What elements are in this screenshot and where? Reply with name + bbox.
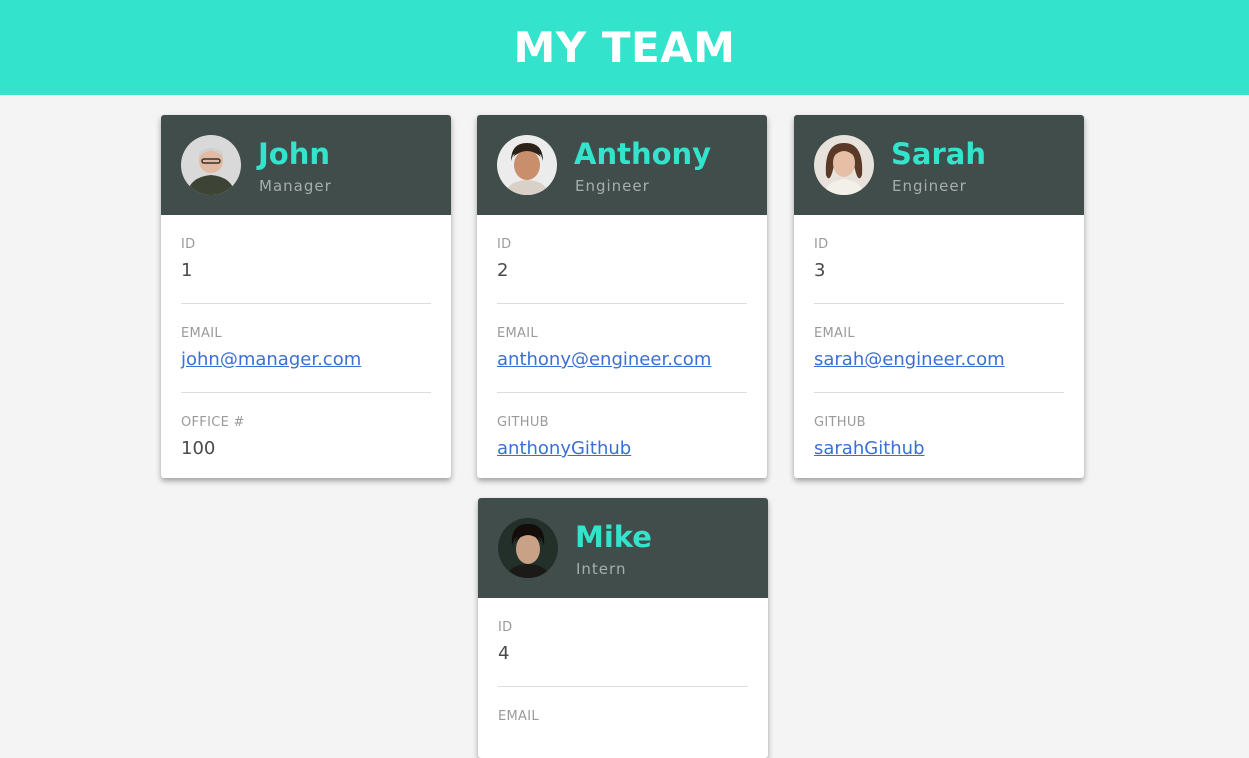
member-name: Anthony [574, 137, 712, 171]
page-header: MY TEAM [0, 0, 1249, 95]
member-name: John [258, 137, 331, 171]
id-field: ID 4 [498, 598, 748, 687]
email-label: EMAIL [497, 326, 538, 341]
github-field: GITHUB anthonyGithub [497, 393, 747, 478]
email-field: EMAIL sarah@engineer.com [814, 304, 1064, 393]
email-field: EMAIL [498, 687, 748, 758]
member-name: Sarah [891, 137, 986, 171]
id-field: ID 2 [497, 215, 747, 304]
email-label: EMAIL [181, 326, 222, 341]
id-label: ID [498, 620, 513, 635]
member-role: Manager [259, 177, 332, 195]
card-header: Mike Intern [478, 498, 768, 598]
person-photo-avatar-icon [497, 135, 557, 195]
avatar [498, 518, 558, 578]
team-member-card: Mike Intern ID 4 EMAIL [478, 498, 768, 758]
id-field: ID 3 [814, 215, 1064, 304]
email-link[interactable]: john@manager.com [181, 349, 361, 370]
team-member-card: John Manager ID 1 EMAIL john@manager.com… [161, 115, 451, 478]
id-value: 1 [181, 260, 193, 281]
id-label: ID [181, 237, 196, 252]
card-header: Anthony Engineer [477, 115, 767, 215]
avatar [181, 135, 241, 195]
email-link[interactable]: sarah@engineer.com [814, 349, 1005, 370]
email-label: EMAIL [498, 709, 539, 724]
email-field: EMAIL john@manager.com [181, 304, 431, 393]
person-photo-avatar-icon [181, 135, 241, 195]
team-member-card: Anthony Engineer ID 2 EMAIL anthony@engi… [477, 115, 767, 478]
card-header: Sarah Engineer [794, 115, 1084, 215]
id-value: 2 [497, 260, 509, 281]
id-value: 4 [498, 643, 510, 664]
page-title: MY TEAM [513, 23, 736, 72]
id-field: ID 1 [181, 215, 431, 304]
avatar [814, 135, 874, 195]
github-link[interactable]: anthonyGithub [497, 438, 631, 459]
github-field: GITHUB sarahGithub [814, 393, 1064, 478]
member-role: Engineer [892, 177, 967, 195]
card-header: John Manager [161, 115, 451, 215]
member-name: Mike [575, 520, 652, 554]
id-label: ID [497, 237, 512, 252]
team-member-card: Sarah Engineer ID 3 EMAIL sarah@engineer… [794, 115, 1084, 478]
id-label: ID [814, 237, 829, 252]
person-photo-avatar-icon [498, 518, 558, 578]
person-photo-avatar-icon [814, 135, 874, 195]
email-label: EMAIL [814, 326, 855, 341]
email-link[interactable]: anthony@engineer.com [497, 349, 711, 370]
office-label: OFFICE # [181, 415, 245, 430]
avatar [497, 135, 557, 195]
member-role: Intern [576, 560, 627, 578]
github-label: GITHUB [497, 415, 549, 430]
id-value: 3 [814, 260, 826, 281]
office-value: 100 [181, 438, 216, 459]
office-field: OFFICE # 100 [181, 393, 431, 478]
github-link[interactable]: sarahGithub [814, 438, 925, 459]
member-role: Engineer [575, 177, 650, 195]
email-field: EMAIL anthony@engineer.com [497, 304, 747, 393]
github-label: GITHUB [814, 415, 866, 430]
